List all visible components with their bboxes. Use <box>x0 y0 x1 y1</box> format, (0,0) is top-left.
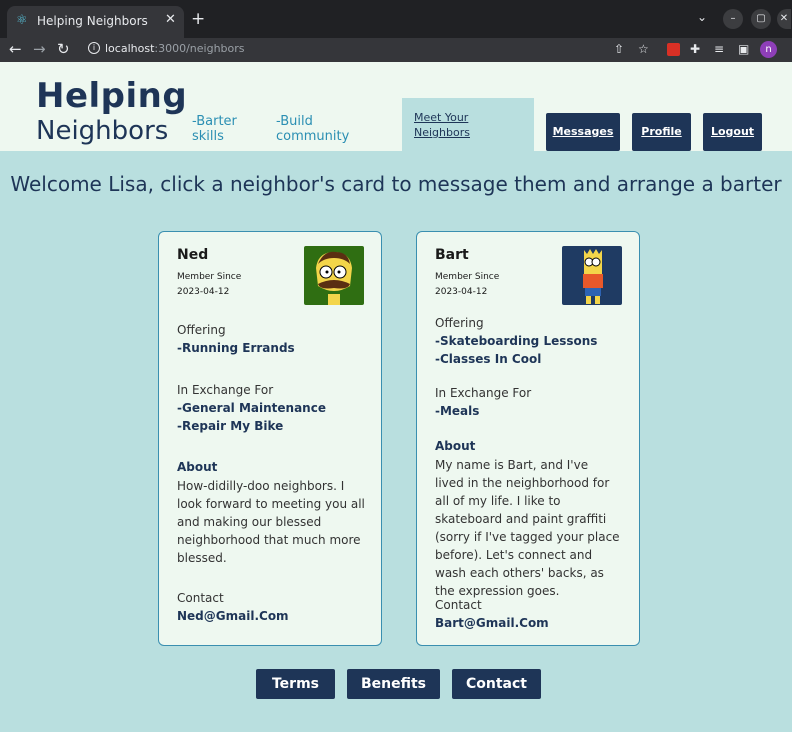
browser-tab[interactable]: ⚛ Helping Neighbors ✕ <box>7 6 184 38</box>
member-since-label: Member Since <box>177 272 242 282</box>
site-header: Helping Neighbors -Barter skills -Build … <box>0 62 792 151</box>
browser-tab-bar: ⚛ Helping Neighbors ✕ + ⌄ – ▢ ✕ <box>0 0 792 38</box>
star-icon[interactable]: ☆ <box>638 41 649 57</box>
brand-subtitle: Neighbors <box>36 116 169 146</box>
contact-label: Contact <box>435 598 482 612</box>
offering-item: -Skateboarding Lessons <box>435 334 598 348</box>
welcome-message: Welcome Lisa, click a neighbor's card to… <box>10 172 782 196</box>
share-icon[interactable]: ⇧ <box>614 41 624 57</box>
exchange-label: In Exchange For <box>435 386 532 400</box>
close-icon[interactable]: ✕ <box>165 12 176 27</box>
about-text: My name is Bart, and I've lived in the n… <box>435 458 620 598</box>
nav-messages-button[interactable]: Messages <box>546 113 620 151</box>
member-since-label: Member Since <box>435 272 500 282</box>
tab-title: Helping Neighbors <box>37 14 148 28</box>
neighbor-card[interactable]: Ned Member Since 2023-04-12 Offering -Ru… <box>158 231 382 646</box>
offering-item: -Running Errands <box>177 341 295 355</box>
nav-logout-button[interactable]: Logout <box>703 113 762 151</box>
neighbor-card[interactable]: Bart Member Since 2023-04-12 Offering -S… <box>416 231 640 646</box>
forward-icon[interactable]: → <box>33 40 46 58</box>
address-bar[interactable]: i localhost:3000/neighbors <box>82 39 612 60</box>
about-text: How-didilly-doo neighbors. I look forwar… <box>177 479 365 565</box>
card-name: Bart <box>435 247 469 263</box>
maximize-icon[interactable]: ▢ <box>751 9 771 29</box>
extension-icon[interactable] <box>667 43 680 56</box>
nav-meet-neighbors[interactable]: Meet Your Neighbors <box>402 98 534 151</box>
reload-icon[interactable]: ↻ <box>57 40 70 58</box>
profile-avatar[interactable]: n <box>760 41 777 58</box>
about-label: About <box>177 460 218 474</box>
new-tab-icon[interactable]: + <box>191 9 205 29</box>
offering-label: Offering <box>177 323 226 337</box>
card-name: Ned <box>177 247 209 263</box>
sidepanel-icon[interactable]: ▣ <box>738 41 749 57</box>
chevron-down-icon[interactable]: ⌄ <box>697 10 707 24</box>
window-close-icon[interactable]: ✕ <box>777 9 791 29</box>
member-since-date: 2023-04-12 <box>435 287 488 297</box>
member-since-date: 2023-04-12 <box>177 287 230 297</box>
about-label: About <box>435 439 476 453</box>
contact-label: Contact <box>177 591 224 605</box>
brand-title: Helping <box>36 76 188 116</box>
minimize-icon[interactable]: – <box>723 9 743 29</box>
exchange-item: -Repair My Bike <box>177 419 284 433</box>
back-icon[interactable]: ← <box>9 40 22 58</box>
benefits-button[interactable]: Benefits <box>347 669 440 699</box>
contact-email: Ned@Gmail.Com <box>177 609 289 623</box>
offering-item: -Classes In Cool <box>435 352 542 366</box>
tagline-community: -Build community <box>276 114 350 144</box>
exchange-label: In Exchange For <box>177 383 274 397</box>
browser-toolbar: ← → ↻ i localhost:3000/neighbors ⇧ ☆ ✚ ≡… <box>0 38 792 62</box>
terms-button[interactable]: Terms <box>256 669 335 699</box>
exchange-item: -Meals <box>435 404 480 418</box>
url-text: localhost:3000/neighbors <box>105 42 245 55</box>
media-icon[interactable]: ≡ <box>714 41 724 57</box>
avatar <box>304 246 364 305</box>
nav-profile-button[interactable]: Profile <box>632 113 691 151</box>
offering-label: Offering <box>435 316 484 330</box>
contact-button[interactable]: Contact <box>452 669 541 699</box>
tagline-barter: -Barter skills <box>192 114 237 144</box>
info-icon[interactable]: i <box>88 42 100 54</box>
react-icon: ⚛ <box>16 13 28 28</box>
avatar <box>562 246 622 305</box>
puzzle-icon[interactable]: ✚ <box>690 41 700 57</box>
contact-email: Bart@Gmail.Com <box>435 616 549 630</box>
exchange-item: -General Maintenance <box>177 401 326 415</box>
